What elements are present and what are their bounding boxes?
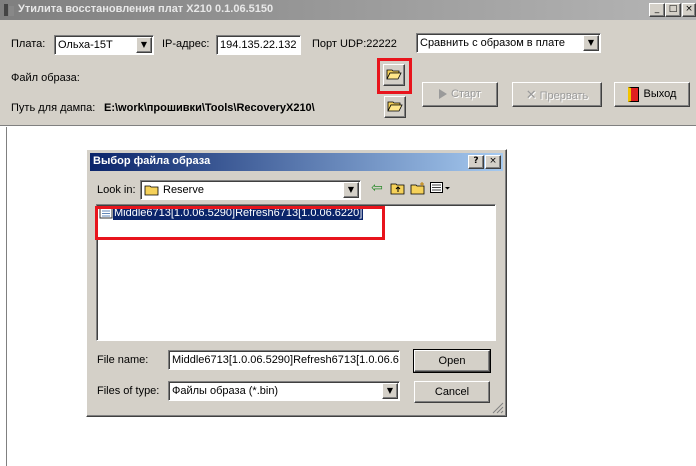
highlight-box-browse xyxy=(377,58,412,94)
files-of-type-label: Files of type: xyxy=(97,385,160,397)
board-select-value: Ольха-15T xyxy=(58,39,113,51)
title-bar[interactable]: Утилита восстановления плат X210 0.1.06.… xyxy=(0,0,696,20)
main-window: Утилита восстановления плат X210 0.1.06.… xyxy=(0,0,696,126)
start-button[interactable]: Старт xyxy=(422,82,498,107)
mode-select-value: Сравнить с образом в плате xyxy=(420,37,565,49)
chevron-down-icon[interactable]: ▼ xyxy=(382,383,398,399)
dialog-title: Выбор файла образа xyxy=(93,155,211,167)
chevron-down-icon[interactable]: ▼ xyxy=(343,182,359,198)
folder-icon xyxy=(144,185,159,196)
look-in-value: Reserve xyxy=(163,184,204,196)
image-file-label: Файл образа: xyxy=(11,72,80,84)
file-name-label: File name: xyxy=(97,354,149,366)
dialog-title-bar[interactable]: Выбор файла образа ? × xyxy=(90,153,503,171)
close-button[interactable]: × xyxy=(682,3,696,17)
browse-dump-button[interactable] xyxy=(384,96,406,118)
start-label: Старт xyxy=(451,88,481,100)
help-button[interactable]: ? xyxy=(468,155,484,169)
file-name-input[interactable]: Middle6713[1.0.06.5290]Refresh6713[1.0.0… xyxy=(168,350,400,370)
highlight-box-file xyxy=(95,206,385,240)
file-dialog: Выбор файла образа ? × Look in: Reserve … xyxy=(86,149,507,417)
ip-input[interactable]: 194.135.22.132 xyxy=(216,35,301,55)
mode-select[interactable]: Сравнить с образом в плате ▼ xyxy=(416,33,601,53)
chevron-down-icon[interactable]: ▼ xyxy=(583,35,599,51)
abort-icon: ✕ xyxy=(525,87,537,102)
board-select[interactable]: Ольха-15T ▼ xyxy=(54,35,154,55)
back-arrow-icon[interactable]: ⇦ xyxy=(371,180,383,196)
folder-open-icon xyxy=(387,101,403,112)
window-left-edge xyxy=(6,127,7,466)
dump-path-label: Путь для дампа: xyxy=(11,102,96,114)
udp-port-label: Порт UDP:22222 xyxy=(312,38,397,50)
new-folder-icon[interactable] xyxy=(410,181,426,198)
abort-button[interactable]: ✕ Прервать xyxy=(512,82,602,107)
dialog-close-button[interactable]: × xyxy=(485,155,501,169)
files-of-type-value: Файлы образа (*.bin) xyxy=(172,385,279,397)
open-button[interactable]: Open xyxy=(413,349,491,373)
exit-label: Выход xyxy=(643,88,677,100)
look-in-select[interactable]: Reserve ▼ xyxy=(140,180,361,200)
door-exit-icon xyxy=(627,86,639,102)
ip-label: IP-адрес: xyxy=(162,38,210,50)
board-label: Плата: xyxy=(11,38,46,50)
cancel-button[interactable]: Cancel xyxy=(414,381,490,403)
window-title: Утилита восстановления плат X210 0.1.06.… xyxy=(18,3,274,15)
look-in-label: Look in: xyxy=(97,184,136,196)
dump-path-value: E:\work\прошивки\Tools\RecoveryX210\ xyxy=(104,102,315,114)
play-icon xyxy=(439,89,448,100)
up-folder-icon[interactable] xyxy=(390,181,406,198)
resize-grip-icon[interactable] xyxy=(492,402,504,417)
files-of-type-select[interactable]: Файлы образа (*.bin) ▼ xyxy=(168,381,400,401)
exit-button[interactable]: Выход xyxy=(614,82,690,107)
app-icon xyxy=(3,3,15,17)
minimize-button[interactable]: _ xyxy=(649,3,665,17)
maximize-button[interactable]: □ xyxy=(665,3,681,17)
chevron-down-icon[interactable]: ▼ xyxy=(136,37,152,53)
view-menu-icon[interactable] xyxy=(430,182,452,197)
abort-label: Прервать xyxy=(539,90,589,102)
